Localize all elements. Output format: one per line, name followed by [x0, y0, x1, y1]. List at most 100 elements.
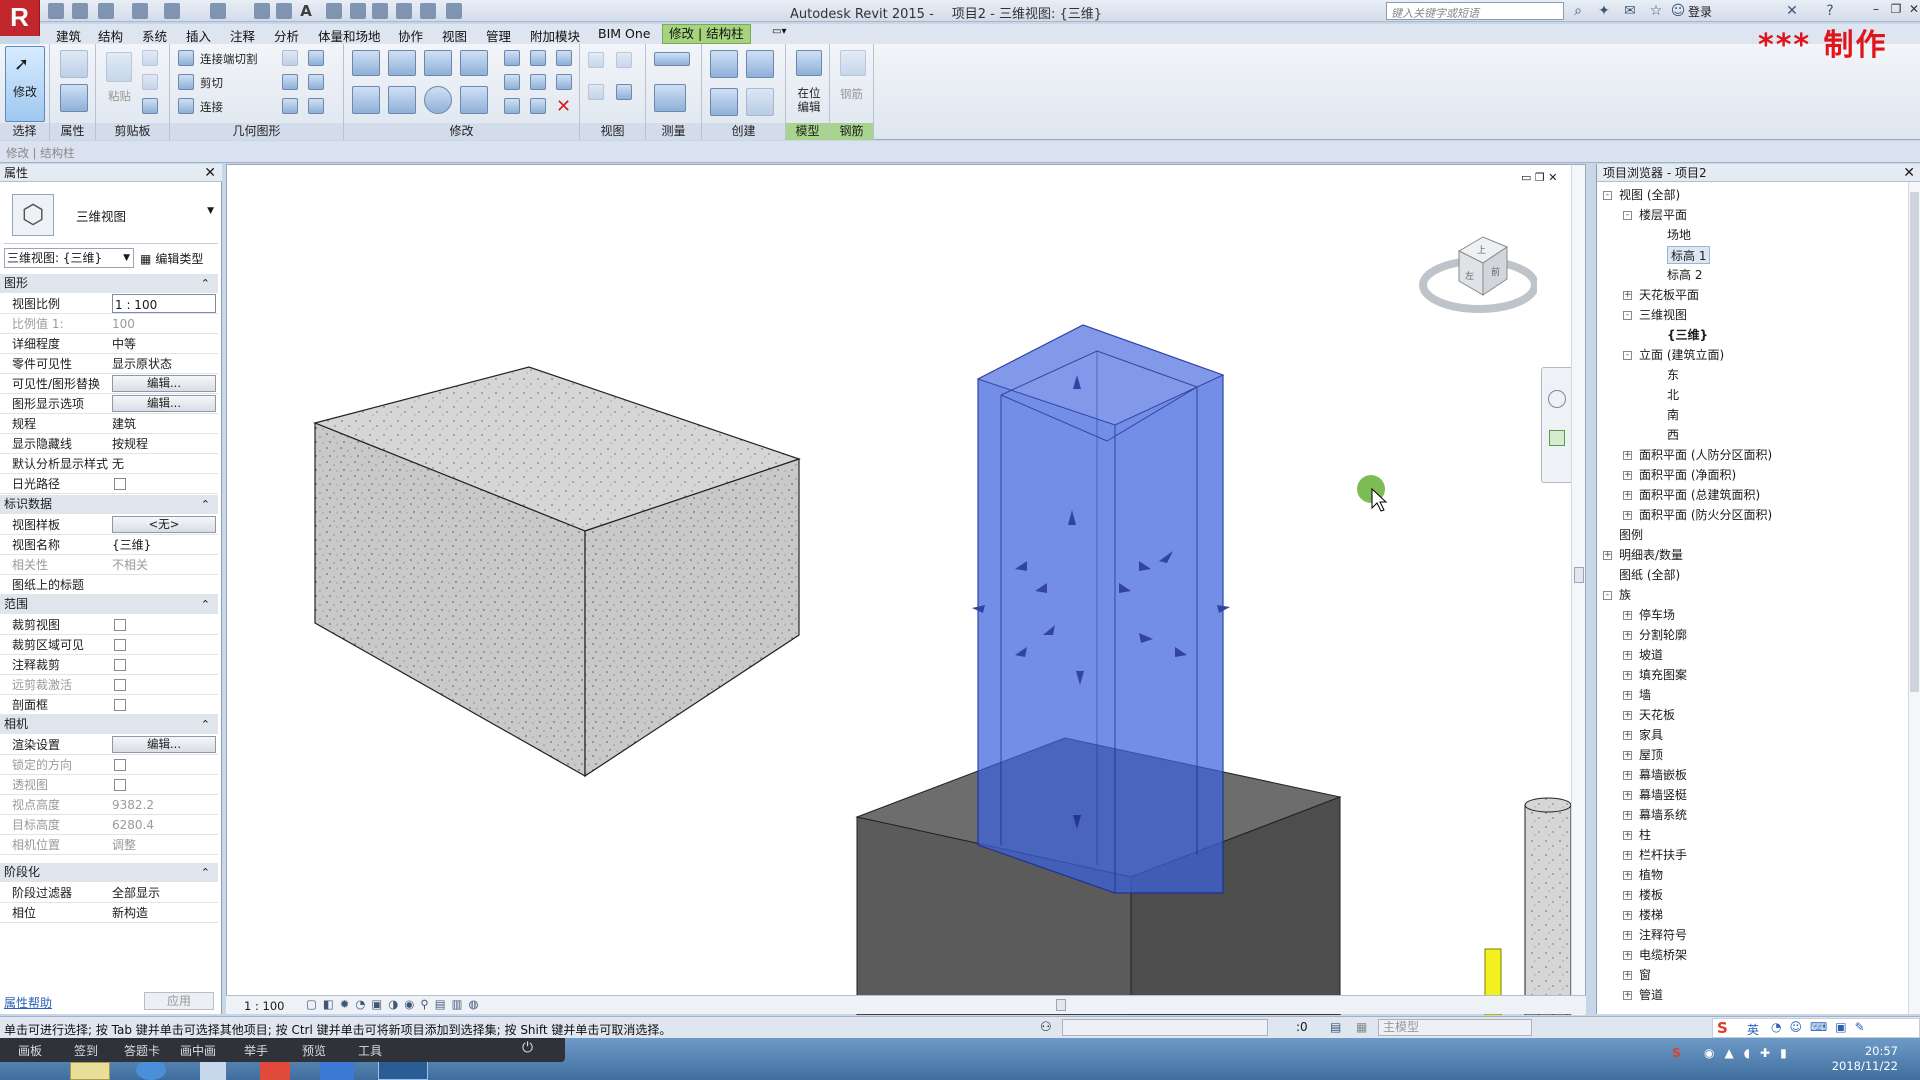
- browser-item[interactable]: 南: [1667, 406, 1679, 424]
- tab-manage[interactable]: 管理: [486, 26, 511, 45]
- property-value[interactable]: 建筑: [112, 414, 216, 433]
- property-value[interactable]: 按规程: [112, 434, 216, 453]
- selected-structural-column[interactable]: [972, 324, 1230, 894]
- dock-tools[interactable]: 工具: [358, 1042, 382, 1059]
- zoom-icon[interactable]: [1549, 430, 1565, 446]
- browser-item[interactable]: 坡道: [1639, 646, 1663, 664]
- sogou-icon[interactable]: S: [1717, 1019, 1728, 1037]
- power-icon[interactable]: ⏻: [522, 1040, 533, 1056]
- browser-item[interactable]: 西: [1667, 426, 1679, 444]
- property-row[interactable]: 日光路径: [0, 474, 218, 494]
- browser-item[interactable]: 填充图案: [1639, 666, 1687, 684]
- 3d-model-view[interactable]: [227, 165, 1587, 1016]
- section-phasing[interactable]: 阶段化 ⌃: [0, 863, 218, 882]
- property-row[interactable]: 锁定的方向: [0, 755, 218, 775]
- expand-icon[interactable]: +: [1623, 651, 1632, 660]
- expand-icon[interactable]: +: [1623, 731, 1632, 740]
- aligned-dimension-icon[interactable]: [654, 84, 686, 112]
- expand-icon[interactable]: +: [1623, 471, 1632, 480]
- browser-item[interactable]: {三维}: [1667, 326, 1708, 344]
- create-group-icon[interactable]: [710, 88, 738, 116]
- expand-icon[interactable]: +: [1623, 871, 1632, 880]
- align-icon[interactable]: [352, 50, 380, 76]
- steering-wheel-icon[interactable]: [1548, 390, 1566, 408]
- view-scale[interactable]: 1 : 100: [244, 999, 284, 1013]
- collapse-icon[interactable]: -: [1623, 351, 1632, 360]
- cope-icon[interactable]: [282, 98, 298, 114]
- property-row[interactable]: 视图名称 {三维}: [0, 535, 218, 555]
- tab-modify-structural-column[interactable]: 修改 | 结构柱: [662, 24, 751, 44]
- close-icon[interactable]: ✕: [1903, 164, 1915, 182]
- properties-help-link[interactable]: 属性帮助: [4, 994, 52, 1011]
- measure-distance-icon[interactable]: [654, 52, 690, 66]
- property-row[interactable]: 远剪裁激活: [0, 675, 218, 695]
- collapse-icon[interactable]: -: [1603, 191, 1612, 200]
- vertical-scrollbar[interactable]: [1571, 165, 1585, 1015]
- browser-item[interactable]: 图例: [1619, 526, 1643, 544]
- thin-lines-icon[interactable]: [372, 3, 388, 19]
- browser-item[interactable]: 幕墙竖梃: [1639, 786, 1687, 804]
- edit-button[interactable]: 编辑...: [112, 375, 216, 392]
- tray-sogou-icon[interactable]: S: [1672, 1046, 1681, 1060]
- close-button[interactable]: ✕: [1906, 2, 1920, 18]
- property-row[interactable]: 视点高度 9382.2: [0, 795, 218, 815]
- browser-item[interactable]: 天花板平面: [1639, 286, 1699, 304]
- expand-icon[interactable]: +: [1623, 671, 1632, 680]
- checkbox[interactable]: [114, 478, 126, 490]
- property-value[interactable]: 显示原状态: [112, 354, 216, 373]
- offset-icon[interactable]: [388, 50, 416, 76]
- scroll-thumb[interactable]: [1574, 567, 1584, 583]
- tab-systems[interactable]: 系统: [142, 26, 167, 45]
- user-icon[interactable]: ☺: [1670, 3, 1686, 19]
- minimize-view-icon[interactable]: ▭: [1521, 171, 1531, 184]
- browser-item[interactable]: 图纸 (全部): [1619, 566, 1680, 584]
- trim-extend-icon[interactable]: [460, 86, 488, 114]
- paste-icon[interactable]: [106, 52, 132, 82]
- design-option-dropdown[interactable]: 主模型: [1378, 1019, 1532, 1036]
- property-row[interactable]: 比例值 1: 100: [0, 314, 218, 334]
- minimize-button[interactable]: –: [1868, 2, 1884, 18]
- expand-icon[interactable]: +: [1623, 971, 1632, 980]
- apply-button[interactable]: 应用: [144, 992, 214, 1010]
- trim-multiple-icon[interactable]: [530, 98, 546, 114]
- browser-item[interactable]: 分割轮廓: [1639, 626, 1687, 644]
- restore-view-icon[interactable]: ❐: [1535, 171, 1545, 184]
- tab-annotate[interactable]: 注释: [230, 26, 255, 45]
- property-row[interactable]: 目标高度 6280.4: [0, 815, 218, 835]
- expand-icon[interactable]: +: [1623, 491, 1632, 500]
- browser-item[interactable]: 天花板: [1639, 706, 1675, 724]
- measure-icon[interactable]: [254, 3, 270, 19]
- browser-item[interactable]: 家具: [1639, 726, 1663, 744]
- browser-item[interactable]: 幕墙系统: [1639, 806, 1687, 824]
- property-row[interactable]: 视图比例 1 : 100: [0, 294, 218, 314]
- unpin-icon[interactable]: [556, 50, 572, 66]
- save-icon[interactable]: [72, 3, 88, 19]
- match-type-icon[interactable]: [142, 98, 158, 114]
- property-value[interactable]: [112, 575, 216, 594]
- subscription-icon[interactable]: ✦: [1596, 3, 1612, 19]
- close-icon[interactable]: ✕: [204, 164, 216, 182]
- linework-icon[interactable]: [588, 84, 604, 100]
- copy-icon[interactable]: [142, 74, 158, 90]
- property-row[interactable]: 透视图: [0, 775, 218, 795]
- browser-item[interactable]: 北: [1667, 386, 1679, 404]
- expand-icon[interactable]: +: [1623, 631, 1632, 640]
- property-row[interactable]: 详细程度 中等: [0, 334, 218, 354]
- print-icon[interactable]: [210, 3, 226, 19]
- expand-icon[interactable]: +: [1623, 691, 1632, 700]
- dock-drawing-board[interactable]: 画板: [18, 1042, 42, 1059]
- browser-scroll-thumb[interactable]: [1910, 192, 1919, 692]
- array-icon[interactable]: [504, 74, 520, 90]
- edit-button[interactable]: 编辑...: [112, 736, 216, 753]
- viewcube[interactable]: 上 左 前: [1417, 221, 1539, 321]
- property-row[interactable]: 相位 新构造: [0, 903, 218, 923]
- properties-icon[interactable]: [60, 84, 88, 112]
- collapse-icon[interactable]: -: [1623, 311, 1632, 320]
- browser-item[interactable]: 窗: [1639, 966, 1651, 984]
- tab-bim-one[interactable]: BIM One: [598, 26, 650, 41]
- delete-icon[interactable]: ✕: [556, 96, 571, 117]
- expand-icon[interactable]: +: [1623, 811, 1632, 820]
- exchange-icon[interactable]: ✕: [1784, 3, 1800, 19]
- expand-icon[interactable]: +: [1623, 851, 1632, 860]
- ime-tool-icons[interactable]: ◔☺⌨▣✎: [1771, 1020, 1873, 1034]
